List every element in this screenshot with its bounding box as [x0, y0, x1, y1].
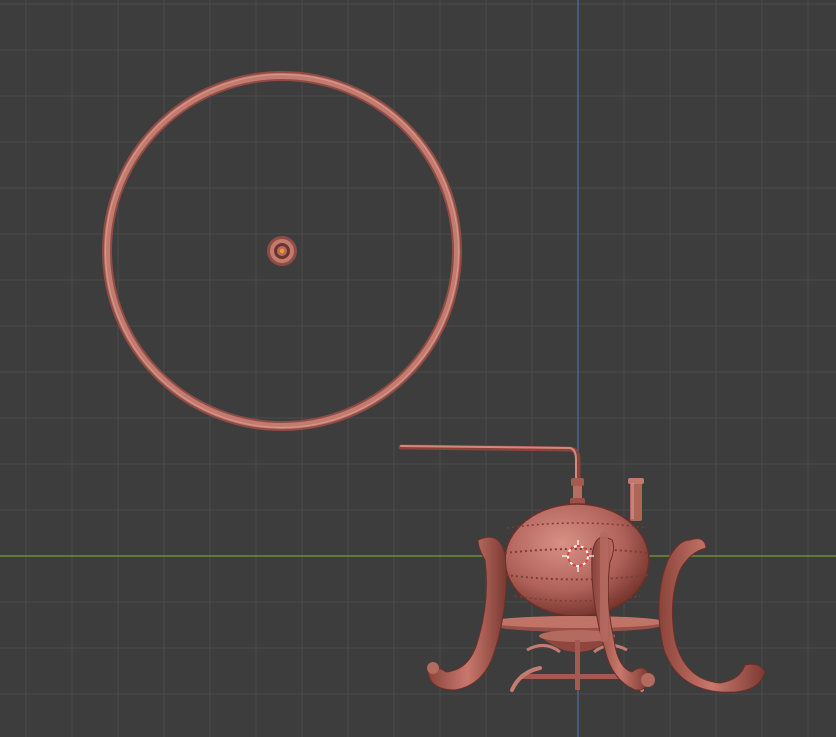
3d-viewport[interactable]: [0, 0, 836, 737]
ring-origin-icon: [267, 236, 297, 266]
still-apparatus-object[interactable]: [398, 444, 766, 693]
torus-ring-object[interactable]: [102, 71, 462, 431]
viewport-canvas[interactable]: [0, 0, 836, 737]
